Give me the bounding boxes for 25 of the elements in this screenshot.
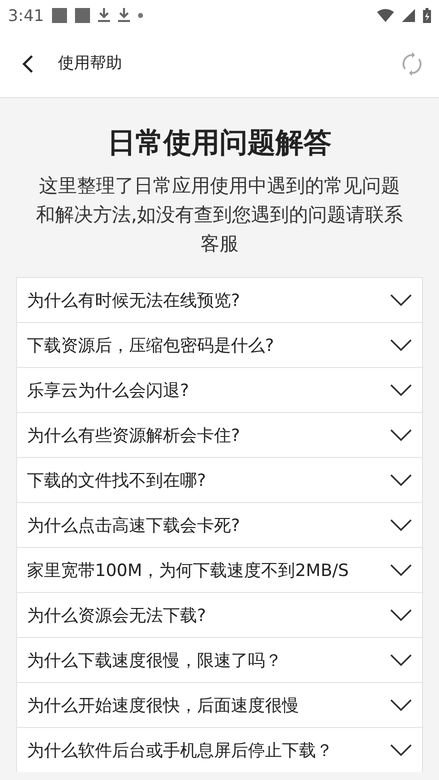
refresh-icon: [401, 52, 423, 76]
description: 这里整理了日常应用使用中遇到的常见问题和解决方法,如没有查到您遇到的问题请联系客服: [34, 174, 404, 257]
page-title: 使用帮助: [58, 53, 123, 74]
faq-item[interactable]: 为什么软件后台或手机息屏后停止下载？: [16, 727, 423, 772]
time: 3:41: [8, 6, 44, 24]
faq-item[interactable]: 为什么点击高速下载会卡死?: [16, 502, 423, 547]
faq-item[interactable]: 家里宽带100M，为何下载速度不到2MB/S: [16, 547, 423, 592]
faq-item[interactable]: 为什么开始速度很快，后面速度很慢: [16, 682, 423, 727]
faq-item[interactable]: 为什么资源会无法下载?: [16, 592, 423, 637]
section-title: 日常使用问题解答: [108, 125, 332, 161]
faq-item[interactable]: 为什么有些资源解析会卡住?: [16, 412, 423, 457]
faq-item[interactable]: 乐享云为什么会闪退?: [16, 367, 423, 412]
notification-icon: [52, 8, 67, 22]
notification-icon: [74, 8, 90, 22]
dot-icon: [138, 12, 143, 18]
download-icon: [118, 8, 130, 22]
signal-icon: [402, 8, 415, 22]
wifi-icon: [377, 8, 394, 22]
faq-item[interactable]: 下载资源后，压缩包密码是什么?: [16, 322, 423, 367]
faq-item[interactable]: 下载的文件找不到在哪?: [16, 457, 423, 502]
download-icon: [98, 8, 110, 22]
faq-item[interactable]: 为什么下载速度很慢，限速了吗？: [16, 637, 423, 682]
back-icon: [22, 54, 34, 74]
battery-icon: [423, 8, 431, 22]
faq-item[interactable]: 为什么有时候无法在线预览?: [16, 277, 423, 322]
